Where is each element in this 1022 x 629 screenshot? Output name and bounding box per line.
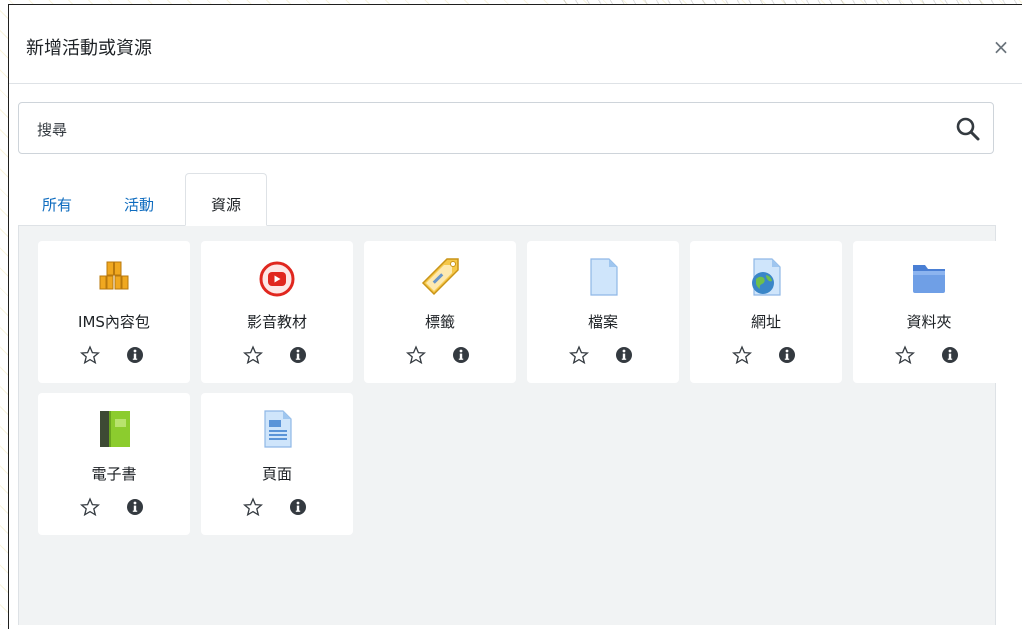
label-tag-icon xyxy=(420,257,460,297)
folder-icon xyxy=(909,257,949,297)
info-icon[interactable] xyxy=(125,497,145,517)
star-icon[interactable] xyxy=(242,497,264,517)
info-icon[interactable] xyxy=(288,497,308,517)
star-icon[interactable] xyxy=(894,345,916,365)
resource-grid: IMS內容包 影音教材 標籤 檔案 網址 資料夾 電子書 頁面 xyxy=(18,226,1005,625)
module-name: 資料夾 xyxy=(906,313,952,331)
star-icon[interactable] xyxy=(731,345,753,365)
module-name: 影音教材 xyxy=(246,313,307,331)
star-icon[interactable] xyxy=(242,345,264,365)
star-icon[interactable] xyxy=(79,345,101,365)
close-button[interactable]: × xyxy=(991,35,1011,59)
info-icon[interactable] xyxy=(777,345,797,365)
module-name: 標籤 xyxy=(424,313,455,331)
star-icon[interactable] xyxy=(405,345,427,365)
info-icon[interactable] xyxy=(940,345,960,365)
video-icon xyxy=(257,257,297,297)
module-name: 頁面 xyxy=(261,465,292,483)
search-box xyxy=(18,102,994,154)
file-icon xyxy=(583,257,623,297)
info-icon[interactable] xyxy=(288,345,308,365)
package-icon xyxy=(94,257,134,297)
module-card[interactable]: 影音教材 xyxy=(201,241,353,383)
search-icon[interactable] xyxy=(955,116,981,142)
star-icon[interactable] xyxy=(568,345,590,365)
module-name: 電子書 xyxy=(91,465,137,483)
tab-activities[interactable]: 活動 xyxy=(113,173,165,225)
modal-title: 新增活動或資源 xyxy=(26,38,152,59)
tab-all[interactable]: 所有 xyxy=(31,173,83,225)
page-icon xyxy=(257,409,297,449)
module-name: IMS內容包 xyxy=(78,313,150,331)
star-icon[interactable] xyxy=(79,497,101,517)
tab-bar: 所有 活動 資源 xyxy=(18,173,996,226)
module-name: 網址 xyxy=(750,313,781,331)
info-icon[interactable] xyxy=(614,345,634,365)
book-icon xyxy=(94,409,134,449)
modal-header: 新增活動或資源 × xyxy=(9,5,1022,84)
search-input[interactable] xyxy=(35,115,919,145)
module-name: 檔案 xyxy=(587,313,618,331)
module-card[interactable]: IMS內容包 xyxy=(38,241,190,383)
module-card[interactable]: 電子書 xyxy=(38,393,190,535)
module-card[interactable]: 網址 xyxy=(690,241,842,383)
module-card[interactable]: 資料夾 xyxy=(853,241,1005,383)
info-icon[interactable] xyxy=(451,345,471,365)
info-icon[interactable] xyxy=(125,345,145,365)
module-card[interactable]: 檔案 xyxy=(527,241,679,383)
module-card[interactable]: 頁面 xyxy=(201,393,353,535)
module-card[interactable]: 標籤 xyxy=(364,241,516,383)
tab-resources[interactable]: 資源 xyxy=(185,173,267,226)
url-icon xyxy=(746,257,786,297)
